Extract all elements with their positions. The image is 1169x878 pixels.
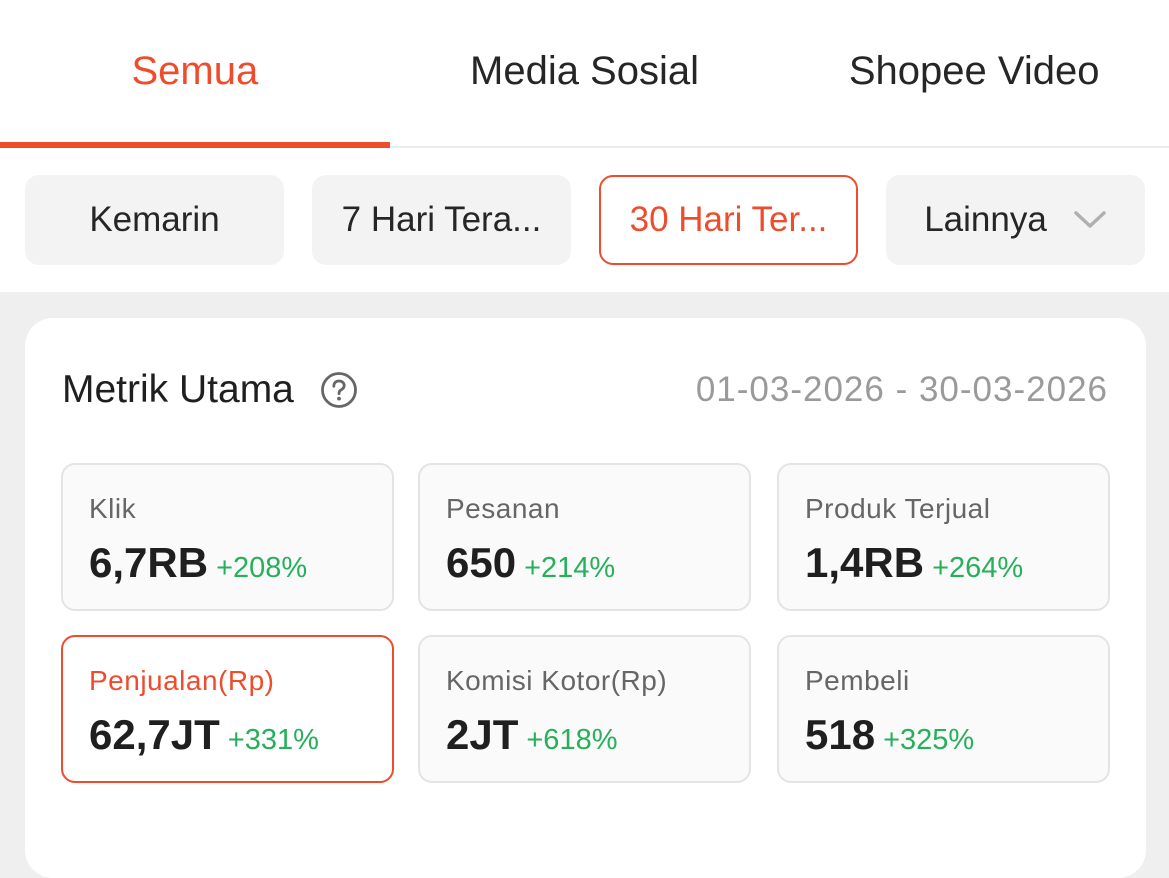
filter-yesterday-button[interactable]: Kemarin bbox=[25, 175, 284, 265]
metric-change: +264% bbox=[932, 552, 1024, 584]
date-range: 01-03-2026 - 30-03-2026 bbox=[695, 370, 1108, 409]
tab-media-sosial[interactable]: Media Sosial bbox=[390, 0, 780, 146]
metric-value: 6,7RB bbox=[89, 539, 209, 586]
metric-value-row: 62,7JT +331% bbox=[89, 711, 392, 759]
metric-label: Produk Terjual bbox=[805, 493, 991, 524]
metric-value: 62,7JT bbox=[89, 711, 220, 758]
metric-gross-commission[interactable]: Komisi Kotor(Rp) 2JT +618% bbox=[418, 635, 751, 783]
metric-value: 2JT bbox=[446, 711, 519, 758]
filter-label: 30 Hari Ter... bbox=[629, 200, 828, 239]
metric-value-row: 2JT +618% bbox=[446, 711, 749, 759]
metric-value-row: 6,7RB +208% bbox=[89, 539, 392, 587]
tab-label: Semua bbox=[131, 48, 259, 93]
filter-last-7-days-button[interactable]: 7 Hari Tera... bbox=[312, 175, 571, 265]
tab-label: Media Sosial bbox=[470, 48, 700, 93]
filter-label: Kemarin bbox=[89, 200, 220, 239]
chevron-down-icon bbox=[1073, 210, 1107, 230]
metric-clicks[interactable]: Klik 6,7RB +208% bbox=[61, 463, 394, 611]
filter-last-30-days-button[interactable]: 30 Hari Ter... bbox=[599, 175, 858, 265]
channel-tabs: Semua Media Sosial Shopee Video bbox=[0, 0, 1169, 148]
card-title: Metrik Utama bbox=[62, 368, 294, 411]
metric-change: +208% bbox=[216, 552, 308, 584]
filter-label: Lainnya bbox=[924, 200, 1047, 239]
metric-value-row: 650 +214% bbox=[446, 539, 749, 587]
filter-more-dropdown[interactable]: Lainnya bbox=[886, 175, 1145, 265]
tab-semua[interactable]: Semua bbox=[0, 0, 390, 148]
metric-label: Klik bbox=[89, 493, 137, 524]
main-metrics-card: Metrik Utama 01-03-2026 - 30-03-2026 Kli… bbox=[25, 318, 1146, 878]
metric-sales[interactable]: Penjualan(Rp) 62,7JT +331% bbox=[61, 635, 394, 783]
metric-change: +325% bbox=[883, 724, 975, 756]
metric-label: Pesanan bbox=[446, 493, 561, 524]
card-title-group: Metrik Utama bbox=[62, 368, 358, 412]
metric-change: +214% bbox=[524, 552, 616, 584]
metric-change: +331% bbox=[227, 724, 319, 756]
tab-shopee-video[interactable]: Shopee Video bbox=[779, 0, 1169, 146]
metric-value-row: 518 +325% bbox=[805, 711, 1108, 759]
filter-label: 7 Hari Tera... bbox=[341, 200, 542, 239]
metric-products-sold[interactable]: Produk Terjual 1,4RB +264% bbox=[777, 463, 1110, 611]
metric-value-row: 1,4RB +264% bbox=[805, 539, 1108, 587]
metric-label: Penjualan(Rp) bbox=[89, 665, 275, 696]
metric-change: +618% bbox=[526, 724, 618, 756]
metric-value: 518 bbox=[805, 711, 876, 758]
tab-label: Shopee Video bbox=[848, 48, 1100, 93]
metric-label: Pembeli bbox=[805, 665, 910, 696]
date-filter-bar: Kemarin 7 Hari Tera... 30 Hari Ter... La… bbox=[0, 148, 1169, 292]
metric-orders[interactable]: Pesanan 650 +214% bbox=[418, 463, 751, 611]
metric-value: 1,4RB bbox=[805, 539, 925, 586]
metric-buyers[interactable]: Pembeli 518 +325% bbox=[777, 635, 1110, 783]
question-circle-icon[interactable] bbox=[320, 371, 358, 409]
card-header: Metrik Utama 01-03-2026 - 30-03-2026 bbox=[62, 368, 1108, 412]
metric-label: Komisi Kotor(Rp) bbox=[446, 665, 668, 696]
header-area: Semua Media Sosial Shopee Video Kemarin … bbox=[0, 0, 1169, 292]
metric-value: 650 bbox=[446, 539, 517, 586]
